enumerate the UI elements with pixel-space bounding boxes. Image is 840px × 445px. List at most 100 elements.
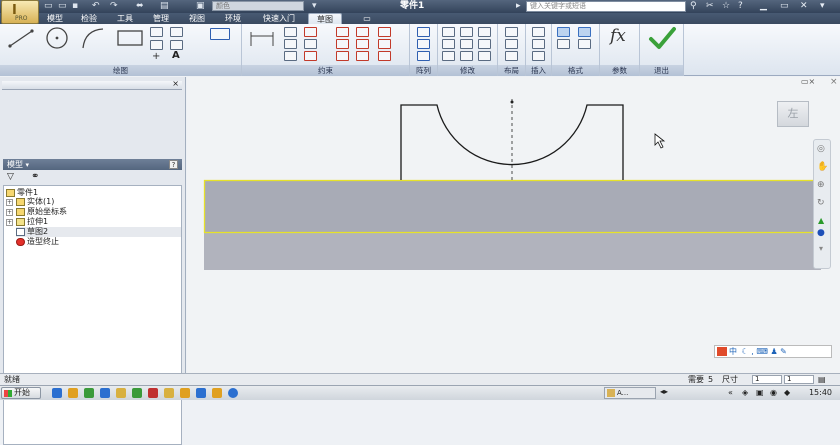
auto-dimension-icon[interactable] <box>284 27 297 37</box>
ellipse-tool-icon[interactable] <box>150 40 163 50</box>
look-at-icon[interactable]: ▲ <box>818 216 824 225</box>
constraint-settings-icon[interactable] <box>284 51 297 61</box>
tangent-constraint-icon[interactable] <box>336 51 349 61</box>
tree-node-extrusion1[interactable]: 拉伸1 <box>16 217 48 227</box>
project-geometry-icon[interactable] <box>210 28 230 40</box>
pan-icon[interactable]: ✋ <box>817 162 828 172</box>
smooth-constraint-icon[interactable] <box>356 51 369 61</box>
tab-inspect[interactable]: 检验 <box>76 13 102 24</box>
tree-node-origin[interactable]: 原始坐标系 <box>16 207 67 217</box>
panel-draw-label[interactable]: 绘图 <box>0 65 241 76</box>
trim-icon[interactable] <box>460 27 473 37</box>
tab-environments[interactable]: 环境 <box>220 13 246 24</box>
browser-title-dropdown-icon[interactable]: ▾ <box>26 161 30 169</box>
polygon-tool-icon[interactable] <box>170 40 183 50</box>
panel-format-label[interactable]: 格式 <box>552 65 599 76</box>
spline-tool-icon[interactable] <box>150 27 163 37</box>
graphics-window[interactable]: 左 ▭× ◎ ✋ ⊕ ↻ ▲ ● ▾ 中 ☾ , ⌨ ♟ ✎ × <box>187 77 840 373</box>
viewcube[interactable]: 左 <box>777 101 809 127</box>
center-point-icon[interactable] <box>557 39 570 49</box>
tray-app-icon[interactable]: ◉ <box>770 386 777 400</box>
symmetric-constraint-icon[interactable] <box>378 51 391 61</box>
quicklaunch-app1-icon[interactable] <box>100 388 110 398</box>
ime-toolbar[interactable]: 中 ☾ , ⌨ ♟ ✎ <box>714 345 832 358</box>
line-tool-icon[interactable] <box>8 28 34 48</box>
ribbon-minimize-icon[interactable]: ▭ <box>356 13 378 24</box>
parameters-fx-icon[interactable]: fx <box>610 26 626 46</box>
collinear-constraint-icon[interactable] <box>336 27 349 37</box>
panel-constrain-label[interactable]: 约束 <box>242 65 409 76</box>
circular-pattern-icon[interactable] <box>417 39 430 49</box>
coincident-constraint-icon[interactable] <box>304 27 317 37</box>
fix-constraint-icon[interactable] <box>378 27 391 37</box>
rectangle-tool-icon[interactable] <box>116 28 144 48</box>
return-icon[interactable]: ⬌ <box>136 1 144 11</box>
ime-moon-icon[interactable]: ☾ <box>742 347 749 356</box>
star-icon[interactable]: ☆ <box>722 0 730 13</box>
maximize-icon[interactable]: ▭ <box>780 0 789 13</box>
application-menu-button[interactable]: I PRO <box>1 0 39 24</box>
concentric-constraint-icon[interactable] <box>356 27 369 37</box>
tray-security-icon[interactable]: ◆ <box>784 386 790 400</box>
tray-network-icon[interactable]: ▣ <box>756 386 764 400</box>
help-icon[interactable]: ? <box>738 0 743 13</box>
select-mode-icon[interactable]: ▣ <box>196 1 205 11</box>
acad-file-icon[interactable] <box>532 51 545 61</box>
navbar-more-icon[interactable]: ▾ <box>819 244 823 253</box>
finish-sketch-check-icon[interactable] <box>648 26 676 50</box>
search-dropdown-icon[interactable]: ▸ <box>516 0 521 13</box>
split-icon[interactable] <box>460 51 473 61</box>
fillet-tool-icon[interactable] <box>170 27 183 37</box>
ime-keyboard-icon[interactable]: ⌨ <box>756 347 768 356</box>
steering-wheel-icon[interactable]: ◎ <box>817 144 825 154</box>
orbit-icon[interactable]: ↻ <box>817 198 825 208</box>
arc-tool-icon[interactable] <box>80 26 106 50</box>
model-viewport[interactable] <box>187 77 840 373</box>
color-dropdown[interactable]: 颜色 <box>212 1 304 11</box>
status-expand-icon[interactable]: ▤ <box>818 374 826 385</box>
filter-icon[interactable]: ▽ <box>7 172 14 182</box>
start-button[interactable]: 开始 <box>1 387 41 399</box>
ime-user-icon[interactable]: ♟ <box>770 347 777 356</box>
ime-tools-icon[interactable]: ✎ <box>780 347 787 356</box>
circle-tool-icon[interactable] <box>44 26 70 50</box>
view-face-icon[interactable]: ● <box>817 228 825 238</box>
taskbar-window-button[interactable]: A... <box>604 387 656 399</box>
tab-manage[interactable]: 管理 <box>148 13 174 24</box>
viewport-close-icon[interactable]: ▭× <box>801 77 815 86</box>
save-icon[interactable]: ▪ <box>72 1 78 11</box>
browser-help-icon[interactable]: ? <box>169 160 178 169</box>
insert-image-icon[interactable] <box>532 27 545 37</box>
parallel-constraint-icon[interactable] <box>336 39 349 49</box>
zoom-icon[interactable]: ⊕ <box>817 180 825 190</box>
offset-icon[interactable] <box>478 51 491 61</box>
redo-icon[interactable]: ↷ <box>110 1 118 11</box>
tab-sketch[interactable]: 草图 <box>308 13 342 24</box>
properties-icon[interactable]: ▾ <box>312 1 317 11</box>
tree-node-solids[interactable]: 实体(1) <box>16 197 54 207</box>
quicklaunch-app4-icon[interactable] <box>148 388 158 398</box>
quicklaunch-media-icon[interactable] <box>84 388 94 398</box>
show-constraints-icon[interactable] <box>284 39 297 49</box>
tree-expand-icon[interactable]: + <box>6 209 13 216</box>
centerline-icon[interactable] <box>578 27 591 37</box>
tree-expand-icon[interactable]: + <box>6 219 13 226</box>
perpendicular-constraint-icon[interactable] <box>304 51 317 61</box>
browser-close-icon[interactable]: × <box>172 79 179 88</box>
ime-punct-icon[interactable]: , <box>751 347 754 356</box>
update-icon[interactable]: ▤ <box>160 1 169 11</box>
viewport-restore-icon[interactable]: × <box>830 77 838 87</box>
mirror-icon[interactable] <box>417 51 430 61</box>
browser-title-bar[interactable]: 模型 ▾ ? <box>3 159 182 170</box>
create-block-icon[interactable] <box>505 51 518 61</box>
copy-icon[interactable] <box>442 39 455 49</box>
tab-get-started[interactable]: 快速入门 <box>256 13 302 24</box>
quicklaunch-app9-icon[interactable] <box>228 388 238 398</box>
quicklaunch-app5-icon[interactable] <box>164 388 174 398</box>
quicklaunch-app6-icon[interactable] <box>180 388 190 398</box>
tree-expand-icon[interactable]: + <box>6 199 13 206</box>
browser-title[interactable]: 模型 <box>7 160 23 169</box>
tab-model[interactable]: 模型 <box>42 13 68 24</box>
close-icon[interactable]: ✕ <box>800 0 808 13</box>
vertical-constraint-icon[interactable] <box>356 39 369 49</box>
